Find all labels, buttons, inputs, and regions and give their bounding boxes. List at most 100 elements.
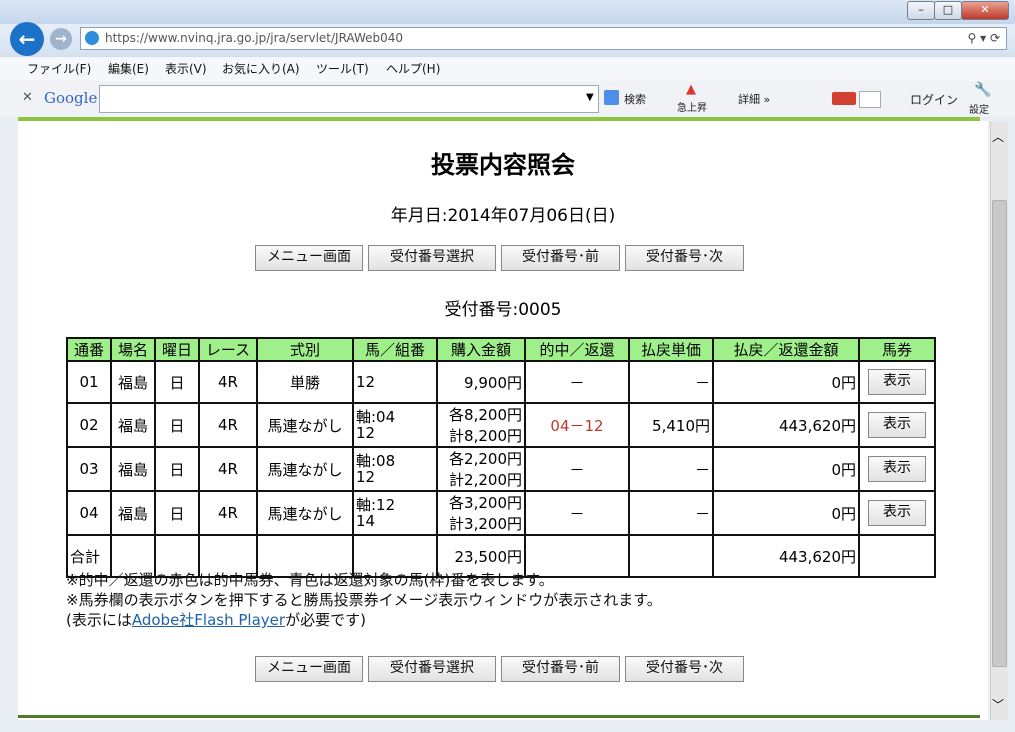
amount-cell: 各8,200円 計8,200円 [436, 402, 526, 448]
menu-edit[interactable]: 編集(E) [108, 57, 149, 81]
hit-cell: － [524, 446, 630, 492]
scroll-down-icon[interactable]: ﹀ [992, 696, 1004, 713]
date-label: 年月日:2014年07月06日(日) [390, 206, 616, 226]
header-cell: 場名 [110, 337, 156, 362]
day-cell: 日 [154, 360, 200, 404]
show-ticket-button[interactable]: 表示 [868, 369, 926, 395]
day-cell: 日 [154, 446, 200, 492]
unit-price-cell: － [628, 360, 714, 404]
google-logo: Google [44, 89, 98, 107]
header-cell: レース [198, 337, 258, 362]
maximize-button[interactable]: □ [934, 1, 962, 20]
amount-cell: 各3,200円 計3,200円 [436, 490, 526, 536]
show-ticket-button[interactable]: 表示 [868, 500, 926, 526]
header-cell: 払戻／返還金額 [712, 337, 860, 362]
flash-player-link[interactable]: Adobe社Flash Player [132, 611, 285, 629]
page-title: 投票内容照会 [431, 151, 575, 179]
header-cell: 式別 [256, 337, 354, 362]
payout-cell: 443,620円 [712, 402, 860, 448]
menu-tools[interactable]: ツール(T) [316, 57, 369, 81]
combo-cell: 12 [352, 360, 438, 404]
empty-cell [858, 534, 936, 578]
receipt-select-button[interactable]: 受付番号選択 [368, 245, 496, 271]
login-button[interactable]: ログイン [910, 91, 958, 108]
receipt-prev-button-bottom[interactable]: 受付番号･前 [501, 656, 620, 682]
receipt-next-button-bottom[interactable]: 受付番号･次 [625, 656, 744, 682]
show-ticket-button[interactable]: 表示 [868, 456, 926, 482]
notification-box [859, 91, 881, 108]
ticket-cell: 表示 [858, 446, 936, 492]
receipt-number: 受付番号:0005 [444, 300, 562, 320]
combo-cell: 軸:12 14 [352, 490, 438, 536]
bet-type-cell: 馬連ながし [256, 402, 354, 448]
unit-price-cell: 5,410円 [628, 402, 714, 448]
menu-file[interactable]: ファイル(F) [27, 57, 91, 81]
back-arrow-icon[interactable]: ← [10, 22, 44, 56]
header-cell: 馬／組番 [352, 337, 438, 362]
payout-cell: 0円 [712, 490, 860, 536]
header-cell: 払戻単価 [628, 337, 714, 362]
rising-button[interactable]: 急上昇 [677, 99, 707, 114]
note-ticket-button: ※馬券欄の表示ボタンを押下すると勝馬投票券イメージ表示ウィンドウが表示されます。 [66, 591, 662, 609]
menu-help[interactable]: ヘルプ(H) [386, 57, 440, 81]
note-flash: (表示にはAdobe社Flash Playerが必要です) [66, 609, 366, 630]
payout-cell: 0円 [712, 446, 860, 492]
bet-type-cell: 馬連ながし [256, 446, 354, 492]
header-cell: 馬券 [858, 337, 936, 362]
receipt-select-button-bottom[interactable]: 受付番号選択 [368, 656, 496, 682]
detail-button[interactable]: 詳細 » [738, 91, 770, 107]
google-plus-icon[interactable] [832, 92, 856, 105]
unit-price-cell: － [628, 490, 714, 536]
note-colors: ※的中／返還の赤色は的中馬券、青色は返還対象の馬(枠)番を表します。 [66, 571, 554, 589]
search-button[interactable]: 検索 [624, 91, 646, 107]
table-row: 03 福島日 4R 馬連ながし 軸:08 12 各2,200円 計2,200円－－ 0円 表示 [66, 446, 936, 492]
settings-button[interactable]: 設定 [969, 101, 989, 116]
bet-type-cell: 単勝 [256, 360, 354, 404]
receipt-prev-button[interactable]: 受付番号･前 [501, 245, 620, 271]
ticket-cell: 表示 [858, 402, 936, 448]
menu-view[interactable]: 表示(V) [165, 57, 207, 81]
table-row: 01 福島日 4R 単勝 12 9,900円－－ 0円 表示 [66, 360, 936, 404]
close-toolbar-icon[interactable]: ✕ [22, 90, 33, 105]
close-window-button[interactable]: ✕ [961, 1, 1009, 20]
scrollbar-thumb[interactable] [992, 200, 1007, 667]
wrench-icon: 🔧 [974, 82, 992, 98]
footer-line [18, 715, 980, 718]
search-lock-refresh-icons[interactable]: ⚲ ▾ ⟳ [968, 28, 1001, 49]
minimize-button[interactable]: – [907, 1, 935, 20]
menu-bar: ファイル(F) 編集(E) 表示(V) お気に入り(A) ツール(T) ヘルプ(… [0, 56, 1015, 82]
amount-cell: 各2,200円 計2,200円 [436, 446, 526, 492]
combo-cell: 軸:04 12 [352, 402, 438, 448]
receipt-next-button[interactable]: 受付番号･次 [625, 245, 744, 271]
page-content: 投票内容照会 年月日:2014年07月06日(日) メニュー画面 受付番号選択 … [18, 121, 988, 720]
empty-cell [628, 534, 714, 578]
address-bar[interactable]: https://www.nvinq.jra.go.jp/jra/servlet/… [80, 27, 1007, 50]
menu-favorites[interactable]: お気に入り(A) [222, 57, 300, 81]
race-cell: 4R [198, 490, 258, 536]
table-header-row: 通番 場名 曜日 レース 式別 馬／組番 購入金額 的中／返還 払戻単価 払戻／… [66, 337, 936, 362]
total-payout: 443,620円 [712, 534, 860, 578]
race-cell: 4R [198, 402, 258, 448]
scroll-up-icon[interactable]: ︿ [992, 128, 1004, 145]
menu-screen-button-bottom[interactable]: メニュー画面 [255, 656, 363, 682]
table-row: 04 福島日 4R 馬連ながし 軸:12 14 各3,200円 計3,200円－－ 0円 表示 [66, 490, 936, 536]
bet-type-cell: 馬連ながし [256, 490, 354, 536]
unit-price-cell: － [628, 446, 714, 492]
note-flash-pre: (表示には [66, 611, 132, 629]
day-cell: 日 [154, 490, 200, 536]
ie-page-icon [85, 31, 99, 45]
payout-cell: 0円 [712, 360, 860, 404]
menu-screen-button[interactable]: メニュー画面 [255, 245, 363, 271]
chevron-down-icon[interactable]: ▼ [586, 92, 594, 103]
place-cell: 福島 [110, 446, 156, 492]
google-search-input[interactable] [99, 85, 599, 113]
place-cell: 福島 [110, 490, 156, 536]
place-cell: 福島 [110, 360, 156, 404]
show-ticket-button[interactable]: 表示 [868, 412, 926, 438]
place-cell: 福島 [110, 402, 156, 448]
race-cell: 4R [198, 446, 258, 492]
combo-cell: 軸:08 12 [352, 446, 438, 492]
forward-arrow-icon[interactable]: → [50, 28, 72, 50]
header-cell: 曜日 [154, 337, 200, 362]
search-icon [604, 90, 619, 105]
